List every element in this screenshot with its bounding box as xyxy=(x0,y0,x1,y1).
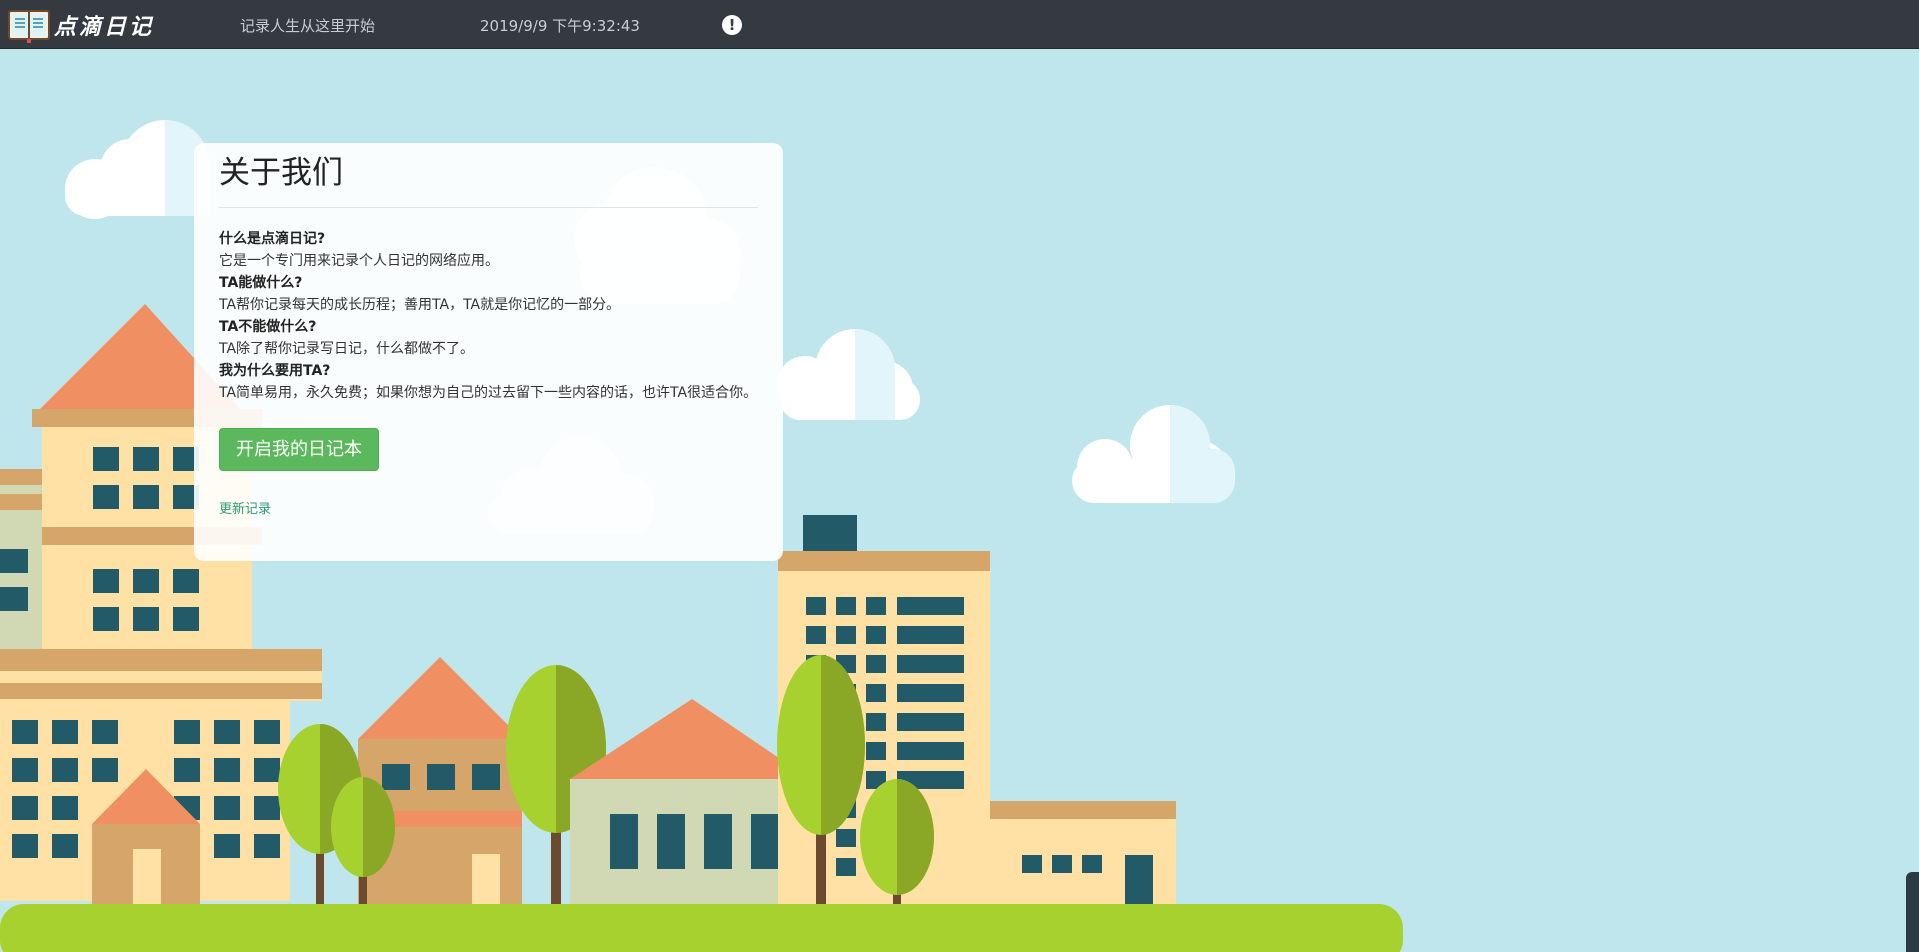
update-log-link[interactable]: 更新记录 xyxy=(219,498,758,517)
faq-answer: TA简单易用，永久免费；如果你想为自己的过去留下一些内容的话，也许TA很适合你。 xyxy=(219,385,758,401)
faq-answer: TA帮你记录每天的成长历程；善用TA，TA就是你记忆的一部分。 xyxy=(219,297,621,313)
faq-question: TA能做什么? xyxy=(219,275,303,291)
exclamation-circle-icon[interactable]: ! xyxy=(722,15,742,35)
start-diary-button[interactable]: 开启我的日记本 xyxy=(219,428,379,471)
cloud xyxy=(777,329,920,420)
divider xyxy=(219,207,758,208)
faq-question: TA不能做什么? xyxy=(219,319,317,335)
cloud xyxy=(65,120,209,219)
current-datetime: 2019/9/9 下午9:32:43 xyxy=(480,17,640,35)
faq-question: 我为什么要用TA? xyxy=(219,363,331,379)
brand[interactable]: 点滴日记 xyxy=(8,7,154,43)
faq-answer: TA除了帮你记录写日记，什么都做不了。 xyxy=(219,341,475,357)
about-card: 关于我们 什么是点滴日记? 它是一个专门用来记录个人日记的网络应用。 TA能做什… xyxy=(194,143,783,561)
slogan: 记录人生从这里开始 xyxy=(240,17,376,35)
grass-ground xyxy=(0,904,1403,952)
faq-answer: 它是一个专门用来记录个人日记的网络应用。 xyxy=(219,253,499,269)
house-middle xyxy=(358,657,522,904)
page-title: 关于我们 xyxy=(219,155,343,190)
brand-name: 点滴日记 xyxy=(54,14,155,40)
cloud xyxy=(1072,405,1235,503)
open-book-icon xyxy=(8,10,50,43)
building-grey xyxy=(570,699,810,904)
faq-question: 什么是点滴日记? xyxy=(219,231,326,247)
top-navbar: 点滴日记 记录人生从这里开始 2019/9/9 下午9:32:43 ! xyxy=(0,0,1919,49)
corner-widget[interactable] xyxy=(1906,872,1919,952)
